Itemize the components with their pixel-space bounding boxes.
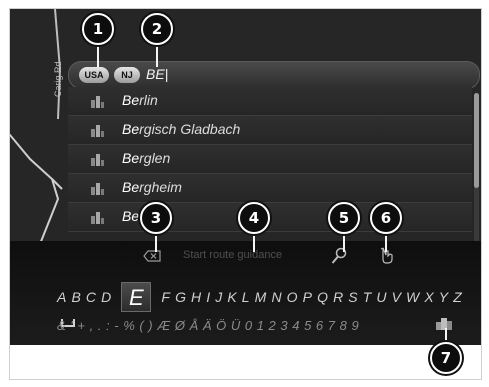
key-a[interactable]: A (57, 289, 66, 305)
city-name-match: Be (122, 150, 140, 166)
callout-line (343, 232, 345, 252)
key-s[interactable]: S (348, 289, 357, 305)
city-name-match: Be (122, 179, 140, 195)
selected-key[interactable]: E (121, 282, 152, 312)
city-name: Berglen (122, 150, 170, 166)
callout-line (156, 45, 158, 67)
list-item[interactable]: Berglen (68, 145, 472, 174)
key-z[interactable]: Z (453, 289, 462, 305)
list-item[interactable]: Bergheim (68, 174, 472, 203)
key-i[interactable]: I (206, 289, 210, 305)
key-j[interactable]: J (215, 289, 222, 305)
callout-line (385, 232, 387, 252)
callout-line (155, 232, 157, 252)
callout-3: 3 (140, 202, 172, 234)
key-c[interactable]: C (86, 289, 96, 305)
key-p[interactable]: P (303, 289, 312, 305)
list-item[interactable]: Berlin (68, 203, 472, 232)
city-name-rest: rlin (139, 92, 158, 108)
results-list: Berlin Bergisch Gladbach Berglen Berghei… (68, 87, 472, 232)
bottom-border (10, 345, 481, 379)
callout-1: 1 (82, 13, 114, 45)
city-icon (91, 154, 104, 166)
key-y[interactable]: Y (439, 289, 448, 305)
scrollbar-thumb[interactable] (474, 93, 479, 188)
character-set-icon[interactable] (435, 317, 453, 331)
callout-5: 5 (328, 202, 360, 234)
search-input[interactable]: USA NJ BE| (68, 61, 480, 89)
key-l[interactable]: L (242, 289, 250, 305)
callout-4: 4 (238, 202, 270, 234)
callout-2: 2 (141, 13, 173, 45)
hand-pointer-icon[interactable] (380, 247, 396, 265)
key-t[interactable]: T (363, 289, 372, 305)
key-r[interactable]: R (333, 289, 343, 305)
street-label: Carig Rd (53, 61, 63, 97)
key-q[interactable]: Q (317, 289, 328, 305)
letter-keys: A B C D E F G H I J K L M N O P Q R S T … (57, 282, 481, 327)
city-name-rest: rgheim (139, 179, 182, 195)
city-name-rest: rgisch Gladbach (139, 121, 241, 137)
city-name-match: Be (122, 208, 140, 224)
key-x[interactable]: X (424, 289, 433, 305)
symbol-keys[interactable]: & ' + , . : - % ( ) Æ Ø Å Ä Ö Ü 0 1 2 3 … (57, 318, 359, 336)
key-k[interactable]: K (227, 289, 236, 305)
city-icon (91, 96, 104, 108)
key-n[interactable]: N (271, 289, 281, 305)
callout-7: 7 (430, 342, 462, 374)
callout-6: 6 (370, 202, 402, 234)
list-item[interactable]: Bergisch Gladbach (68, 116, 472, 145)
city-name-match: Be (122, 92, 140, 108)
key-w[interactable]: W (406, 289, 419, 305)
city-name-match: Be (122, 121, 140, 137)
key-d[interactable]: D (101, 289, 111, 305)
key-u[interactable]: U (376, 289, 386, 305)
results-scrollbar[interactable] (474, 93, 479, 243)
key-v[interactable]: V (392, 289, 401, 305)
key-f[interactable]: F (161, 289, 170, 305)
city-name: Bergisch Gladbach (122, 121, 240, 137)
input-toolbar: Start route guidance (10, 241, 481, 269)
key-h[interactable]: H (191, 289, 201, 305)
backspace-icon[interactable] (143, 250, 161, 262)
city-icon (91, 125, 104, 137)
key-b[interactable]: B (71, 289, 80, 305)
city-icon (91, 183, 104, 195)
callout-line (445, 328, 447, 342)
callout-line (97, 45, 99, 67)
start-guidance-button[interactable]: Start route guidance (183, 249, 282, 261)
state-selector[interactable]: NJ (114, 67, 140, 83)
country-selector[interactable]: USA (79, 67, 109, 83)
list-item[interactable]: Berlin (68, 87, 472, 116)
city-icon (91, 212, 104, 224)
search-input-text: BE| (146, 66, 169, 82)
navigation-screen: Carig Rd USA NJ BE| Berlin Bergisch Glad… (9, 8, 482, 380)
city-name: Bergheim (122, 179, 182, 195)
key-o[interactable]: O (287, 289, 298, 305)
key-g[interactable]: G (175, 289, 186, 305)
character-bar: Start route guidance A B C D E F G H I J… (10, 241, 481, 345)
city-name: Berlin (122, 92, 158, 108)
city-name-rest: rglen (139, 150, 171, 166)
key-m[interactable]: M (255, 289, 267, 305)
callout-line (253, 232, 255, 252)
